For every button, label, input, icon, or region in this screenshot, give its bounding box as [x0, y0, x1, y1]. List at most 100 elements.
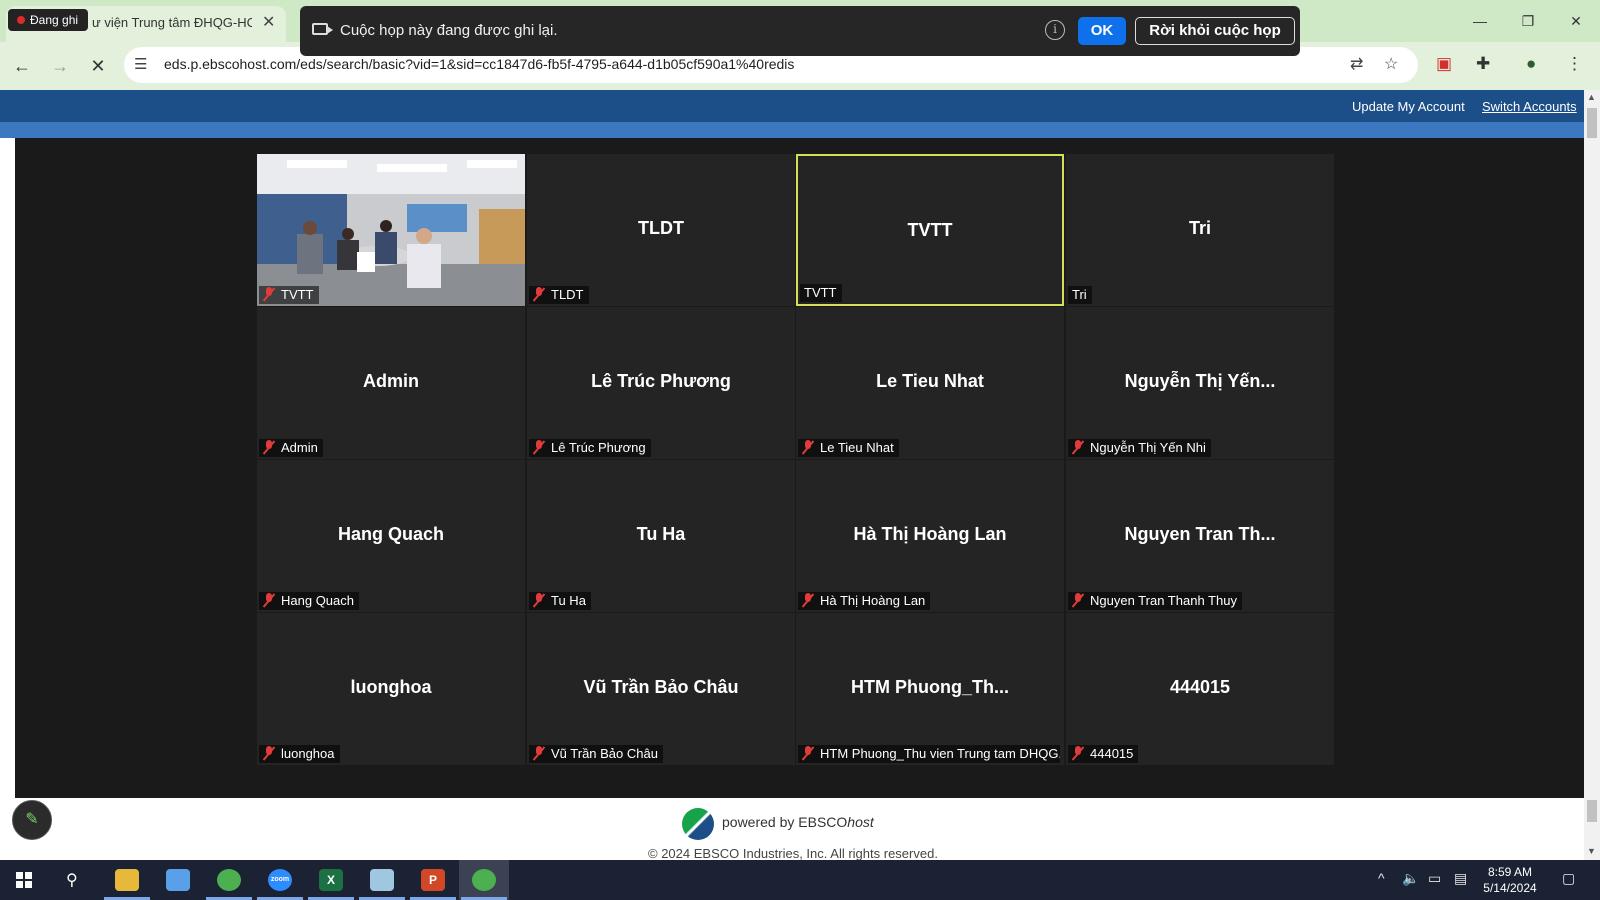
scroll-down-arrow-icon[interactable]: ▼: [1587, 846, 1596, 856]
switch-accounts-link[interactable]: Switch Accounts: [1482, 99, 1577, 114]
tab-close-icon[interactable]: ✕: [262, 12, 275, 32]
taskbar-clock[interactable]: 8:59 AM 5/14/2024: [1470, 864, 1550, 896]
video-camera-icon: [312, 23, 333, 35]
participant-label: Hang Quach: [259, 592, 359, 610]
browser-menu-icon[interactable]: ⋮: [1566, 54, 1583, 74]
ok-button[interactable]: OK: [1078, 17, 1126, 45]
participant-tile[interactable]: Vũ Trần Bảo Châu Vũ Trần Bảo Châu: [527, 613, 795, 765]
mic-muted-icon: [533, 287, 545, 301]
participant-label: Tri: [1068, 286, 1092, 304]
recording-dot-icon: [17, 16, 25, 24]
recording-message: Cuộc họp này đang được ghi lại.: [340, 22, 558, 39]
participant-tile[interactable]: Hà Thị Hoàng Lan Hà Thị Hoàng Lan: [796, 460, 1064, 612]
profile-avatar-icon[interactable]: ●: [1526, 54, 1536, 74]
mic-muted-icon: [263, 593, 275, 607]
mic-muted-icon: [263, 287, 275, 301]
bookmark-star-icon[interactable]: ☆: [1384, 54, 1398, 74]
search-button[interactable]: ⚲: [50, 860, 100, 900]
mic-muted-icon: [1072, 746, 1084, 760]
ebsco-logo-icon: [682, 808, 714, 840]
excel-icon: X: [319, 869, 343, 891]
taskbar-app-notes[interactable]: [357, 860, 407, 900]
participant-tile[interactable]: TLDT TLDT: [527, 154, 795, 306]
participant-label: Lê Trúc Phương: [529, 439, 651, 457]
participant-name: Nguyen Tran Th...: [1124, 524, 1276, 544]
participant-name: luonghoa: [350, 677, 432, 697]
participant-tile[interactable]: Hang Quach Hang Quach: [257, 460, 525, 612]
scrollbar-thumb-lower[interactable]: [1587, 800, 1597, 822]
mic-muted-icon: [802, 440, 814, 454]
restore-button[interactable]: ❐: [1508, 8, 1548, 34]
participant-label: Tu Ha: [529, 592, 591, 610]
participant-label: Vũ Trần Bảo Châu: [529, 745, 663, 763]
participant-label-text: Le Tieu Nhat: [820, 440, 894, 455]
participant-tile[interactable]: Nguyen Tran Th... Nguyen Tran Thanh Thuy: [1066, 460, 1334, 612]
page-scrollbar[interactable]: ▲ ▼: [1584, 90, 1600, 860]
participant-label: Le Tieu Nhat: [798, 439, 899, 457]
volume-icon[interactable]: 🔈: [1402, 870, 1419, 887]
taskbar-app-excel[interactable]: X: [306, 860, 356, 900]
scroll-up-arrow-icon[interactable]: ▲: [1587, 92, 1596, 102]
taskbar-app-snipping-tool[interactable]: [153, 860, 203, 900]
extension-icon[interactable]: ▣: [1436, 54, 1452, 74]
taskbar-app-chrome[interactable]: [204, 860, 254, 900]
participant-tile[interactable]: Le Tieu Nhat Le Tieu Nhat: [796, 307, 1064, 459]
extensions-puzzle-icon[interactable]: ✚: [1476, 54, 1490, 74]
scrollbar-thumb[interactable]: [1587, 108, 1597, 138]
participant-tile[interactable]: Nguyễn Thị Yến... Nguyễn Thị Yến Nhi: [1066, 307, 1334, 459]
close-window-button[interactable]: ✕: [1556, 8, 1596, 34]
zoom-icon: zoom: [268, 869, 292, 891]
participant-tile[interactable]: Tri Tri: [1066, 154, 1334, 306]
info-icon[interactable]: i: [1045, 20, 1065, 40]
battery-icon[interactable]: ▭: [1428, 870, 1441, 887]
participant-tile[interactable]: Admin Admin: [257, 307, 525, 459]
network-icon[interactable]: ▤: [1454, 870, 1467, 887]
taskbar-app-zoom[interactable]: zoom: [255, 860, 305, 900]
participant-tile[interactable]: TVTT TVTT: [796, 154, 1064, 306]
leave-meeting-button[interactable]: Rời khỏi cuộc họp: [1135, 17, 1295, 45]
pen-icon: ✎: [25, 811, 39, 828]
tray-chevron-up-icon[interactable]: ^: [1378, 870, 1385, 886]
notifications-icon[interactable]: ▢: [1562, 870, 1575, 887]
participant-label-text: Hà Thị Hoàng Lan: [820, 593, 926, 608]
stop-loading-button[interactable]: ✕: [86, 54, 110, 78]
participant-name: TVTT: [907, 220, 953, 240]
notes-icon: [370, 869, 394, 891]
participant-tile[interactable]: luonghoa luonghoa: [257, 613, 525, 765]
taskbar-app-powerpoint[interactable]: P: [408, 860, 458, 900]
participant-label: 444015: [1068, 745, 1139, 763]
participant-label-text: Nguyen Tran Thanh Thuy: [1090, 593, 1237, 608]
site-info-icon[interactable]: ☰: [134, 55, 147, 73]
participant-tile[interactable]: 444015 444015: [1066, 613, 1334, 765]
taskbar-app-file-explorer[interactable]: [102, 860, 152, 900]
mic-muted-icon: [1072, 593, 1084, 607]
mic-muted-icon: [1072, 440, 1084, 454]
annotate-pen-button[interactable]: ✎: [12, 800, 52, 840]
ebsco-subheader: [0, 122, 1584, 138]
powered-by-text: powered by EBSCOhost: [722, 814, 874, 830]
update-account-link[interactable]: Update My Account: [1352, 99, 1465, 114]
zoom-gallery-view: TVTT TLDT TLDT TVTT TVTT Tri Tri Admin Admin Lê T…: [15, 138, 1584, 798]
taskbar-app-chrome-profile[interactable]: [459, 860, 509, 900]
participant-tile[interactable]: Tu Ha Tu Ha: [527, 460, 795, 612]
participant-label: Nguyen Tran Thanh Thuy: [1068, 592, 1242, 610]
participant-tile[interactable]: HTM Phuong_Th... HTM Phuong_Thu vien Trun…: [796, 613, 1064, 765]
url-text[interactable]: eds.p.ebscohost.com/eds/search/basic?vid…: [164, 56, 794, 72]
participant-tile[interactable]: Lê Trúc Phương Lê Trúc Phương: [527, 307, 795, 459]
minimize-button[interactable]: —: [1460, 8, 1500, 34]
start-button[interactable]: [0, 860, 50, 900]
chrome-icon: [217, 869, 241, 891]
translate-icon[interactable]: ⇄: [1350, 54, 1363, 74]
participant-label-text: Tri: [1072, 287, 1087, 302]
participant-tile[interactable]: TVTT: [257, 154, 525, 306]
participant-label: TVTT: [259, 286, 319, 304]
mic-muted-icon: [802, 746, 814, 760]
participant-label-text: Vũ Trần Bảo Châu: [551, 746, 658, 761]
search-icon: ⚲: [66, 872, 78, 889]
back-button[interactable]: ←: [10, 54, 34, 78]
forward-button[interactable]: →: [48, 54, 72, 78]
recording-label: Đang ghi: [30, 13, 79, 27]
screen: ư viện Trung tâm ĐHQG-HCM ✕ Đang ghi — ❐…: [0, 0, 1600, 900]
participant-label: luonghoa: [259, 745, 340, 763]
participant-name: Tu Ha: [636, 524, 686, 544]
